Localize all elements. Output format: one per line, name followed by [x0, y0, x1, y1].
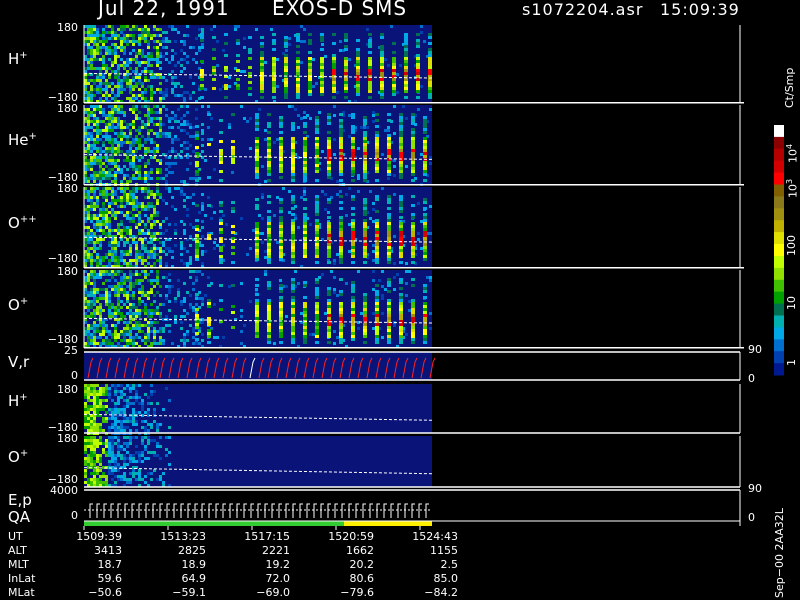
species-label-o-plus-plus: O++: [8, 214, 37, 232]
eph-label-inlat: InLat: [8, 572, 36, 585]
colorbar-label-10: 10: [785, 296, 798, 310]
eph-label-alt: ALT: [8, 544, 27, 557]
eph-value-ut-2: 1517:15: [244, 530, 290, 543]
eph-value-mlat-4: −84.2: [424, 586, 458, 599]
species-label-o-plus-2: O+: [8, 448, 29, 466]
colorbar-swatch-4: [774, 172, 784, 186]
attitude-rbot: 0: [748, 372, 755, 385]
colorbar-swatch-16: [774, 315, 784, 328]
qa-bar-green: [84, 521, 344, 526]
footer-vertical-id: Sep−00 2AA32L: [773, 508, 786, 598]
colorbar-swatch-10: [774, 244, 784, 257]
eph-label-ut: UT: [8, 530, 23, 543]
colorbar-swatch-3: [774, 160, 784, 174]
eph-value-mlt-2: 19.2: [265, 558, 291, 571]
colorbar-swatch-20: [774, 363, 784, 376]
eph-value-ut-3: 1520:59: [328, 530, 374, 543]
colorbar-label-1e4: 104: [785, 143, 800, 163]
small1-ytop: 180: [57, 383, 78, 396]
eph-value-inlat-2: 72.0: [265, 572, 291, 585]
eph-value-mlat-2: −69.0: [256, 586, 290, 599]
colorbar-label-1e3: 103: [785, 178, 800, 198]
eph-value-alt-0: 3413: [94, 544, 122, 557]
colorbar-swatch-0: [774, 125, 784, 138]
colorbar-label-1: 1: [785, 359, 798, 366]
colorbar-swatch-15: [774, 303, 784, 316]
eph-value-ut-4: 1524:43: [412, 530, 458, 543]
energy-rtop: 90: [748, 482, 762, 495]
eph-value-inlat-0: 59.6: [97, 572, 123, 585]
colorbar-swatch-12: [774, 267, 784, 281]
colorbar-swatch-13: [774, 279, 784, 293]
energy-ytop: 4000: [50, 484, 78, 497]
colorbar-swatch-2: [774, 148, 784, 162]
eph-value-mlat-1: −59.1: [172, 586, 206, 599]
colorbar-label-100: 100: [785, 235, 798, 256]
eph-value-ut-1: 1513:23: [160, 530, 206, 543]
colorbar-swatch-6: [774, 196, 784, 209]
species-label-h-plus-2: H+: [8, 392, 28, 410]
eph-value-mlt-4: 2.5: [440, 558, 459, 571]
eph-value-alt-1: 2825: [178, 544, 206, 557]
eph-value-inlat-4: 85.0: [433, 572, 459, 585]
species-label-h-plus: H+: [8, 50, 28, 68]
eph-label-mlt: MLT: [8, 558, 29, 571]
eph-value-mlat-0: −50.6: [88, 586, 122, 599]
colorbar-swatch-14: [774, 291, 784, 305]
eph-label-mlat: MLat: [8, 586, 35, 599]
eph-value-alt-4: 1155: [430, 544, 458, 557]
panel3-ytop: 180: [57, 182, 78, 195]
colorbar-swatch-11: [774, 255, 784, 269]
colorbar-swatch-1: [774, 136, 784, 150]
small2-ytop: 180: [57, 432, 78, 445]
energy-label: E,p: [8, 491, 32, 509]
colorbar-swatch-19: [774, 351, 784, 364]
colorbar-swatch-8: [774, 220, 784, 233]
eph-value-mlt-0: 18.7: [97, 558, 123, 571]
eph-value-ut-0: 1509:39: [76, 530, 122, 543]
colorbar-swatch-9: [774, 232, 784, 245]
species-label-o-plus: O+: [8, 296, 29, 314]
panel2-ytop: 180: [57, 102, 78, 115]
colorbar-swatch-17: [774, 327, 784, 340]
eph-value-mlt-3: 20.2: [349, 558, 375, 571]
attitude-rtop: 90: [748, 343, 762, 356]
panel1-ytop: 180: [57, 21, 78, 34]
panel4-ytop: 180: [57, 265, 78, 278]
qa-bar-yellow: [344, 521, 432, 526]
attitude-ytop: 25: [64, 344, 78, 357]
eph-value-mlt-1: 18.9: [181, 558, 207, 571]
eph-value-mlat-3: −79.6: [340, 586, 374, 599]
eph-value-inlat-1: 64.9: [181, 572, 207, 585]
colorbar-swatch-18: [774, 339, 784, 352]
attitude-panel: [84, 352, 432, 380]
energy-rbot: 0: [748, 511, 755, 524]
colorbar-swatch-5: [774, 184, 784, 197]
species-label-he-plus: He+: [8, 131, 37, 149]
panel3-ybot: −180: [47, 252, 78, 265]
attitude-label: V,r: [8, 353, 30, 371]
eph-value-inlat-3: 80.6: [349, 572, 375, 585]
spectrogram-plot: [83, 25, 784, 530]
qa-label: QA: [8, 508, 31, 526]
colorbar-swatch-7: [774, 208, 784, 221]
attitude-ybot: 0: [71, 369, 78, 382]
colorbar-unit: Ct/Smp: [783, 67, 796, 108]
eph-value-alt-2: 2221: [262, 544, 290, 557]
eph-value-alt-3: 1662: [346, 544, 374, 557]
energy-ybot: 0: [71, 509, 78, 522]
